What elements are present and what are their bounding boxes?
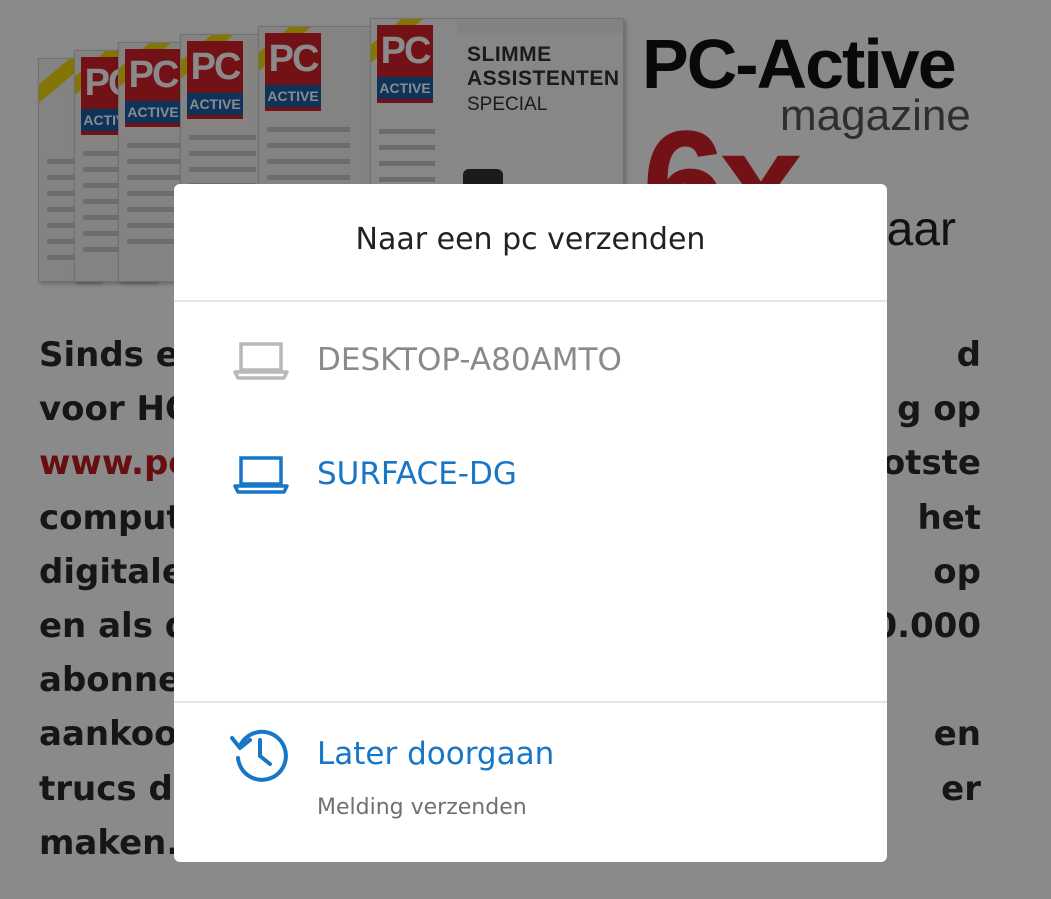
device-item-desktop[interactable]: DESKTOP-A80AMTO (174, 320, 887, 400)
device-item-surface[interactable]: SURFACE-DG (174, 434, 887, 514)
device-name: SURFACE-DG (317, 456, 517, 492)
device-name: DESKTOP-A80AMTO (317, 342, 622, 378)
divider (174, 300, 887, 302)
send-to-pc-dialog: Naar een pc verzenden DESKTOP-A80AMTO SU… (174, 184, 887, 862)
later-continue-button[interactable]: Later doorgaan Melding verzenden (174, 704, 887, 834)
laptop-icon (233, 456, 289, 494)
later-subtitle: Melding verzenden (317, 795, 527, 820)
dialog-title: Naar een pc verzenden (355, 222, 706, 257)
history-icon (230, 729, 288, 782)
later-title: Later doorgaan (317, 736, 555, 772)
laptop-icon (233, 342, 289, 380)
divider (174, 701, 887, 703)
